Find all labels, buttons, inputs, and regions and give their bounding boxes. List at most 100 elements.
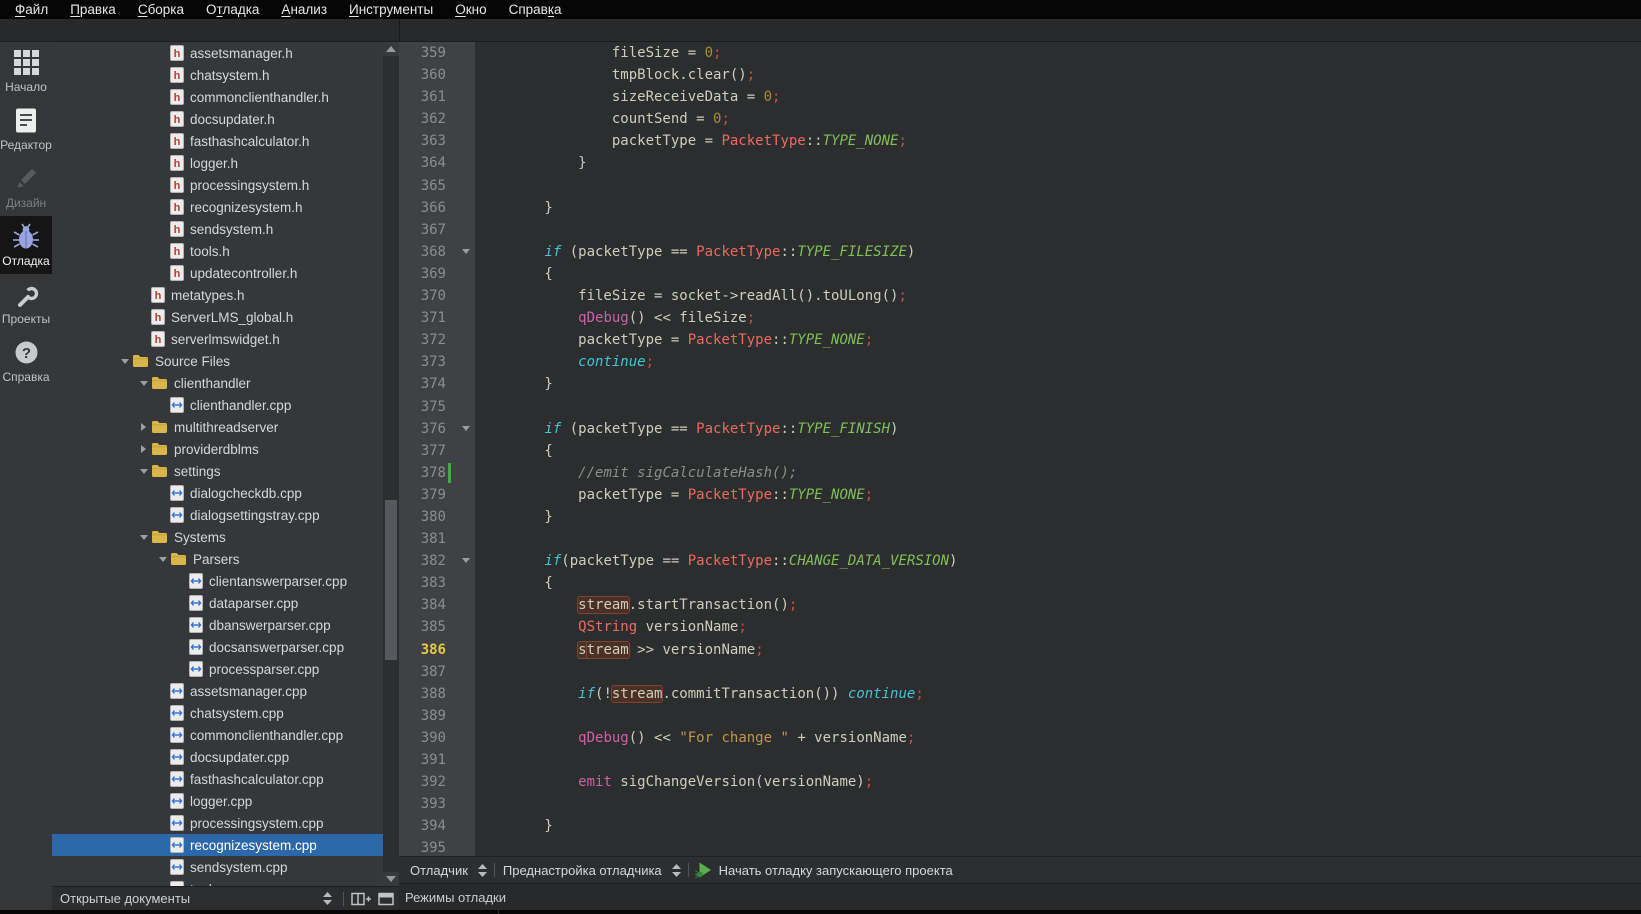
scrollbar-thumb[interactable] xyxy=(385,500,397,660)
tree-item-sendsystem.h[interactable]: hsendsystem.h xyxy=(52,218,399,240)
tree-item-commonclienthandler.h[interactable]: hcommonclienthandler.h xyxy=(52,86,399,108)
tree-item-Systems[interactable]: Systems xyxy=(52,526,399,548)
tree-item-updatecontroller.h[interactable]: hupdatecontroller.h xyxy=(52,262,399,284)
code-text[interactable]: qDebug() << "For change " + versionName; xyxy=(475,727,915,749)
close-panel-icon[interactable] xyxy=(377,889,395,909)
debugger-sort-icon[interactable] xyxy=(474,860,492,880)
code-text[interactable] xyxy=(475,219,477,241)
menu-item[interactable]: Правка xyxy=(59,0,127,19)
tree-item-sendsystem.cpp[interactable]: sendsystem.cpp xyxy=(52,856,399,878)
code-text[interactable] xyxy=(475,661,477,683)
tree-item-dataparser.cpp[interactable]: dataparser.cpp xyxy=(52,592,399,614)
code-text[interactable]: QString versionName; xyxy=(475,616,747,638)
tree-item-processingsystem.h[interactable]: hprocessingsystem.h xyxy=(52,174,399,196)
code-text[interactable] xyxy=(475,396,477,418)
code-text[interactable]: } xyxy=(475,506,553,528)
menu-item[interactable]: Окно xyxy=(444,0,497,19)
tree-item-chatsystem.cpp[interactable]: chatsystem.cpp xyxy=(52,702,399,724)
code-text[interactable]: } xyxy=(475,197,553,219)
tree-scrollbar[interactable] xyxy=(383,42,399,886)
tree-item-dbanswerparser.cpp[interactable]: dbanswerparser.cpp xyxy=(52,614,399,636)
code-text[interactable]: stream.startTransaction(); xyxy=(475,594,797,616)
tree-item-Parsers[interactable]: Parsers xyxy=(52,548,399,570)
mode-wrench[interactable]: Проекты xyxy=(0,274,52,332)
tree-item-tools.h[interactable]: htools.h xyxy=(52,240,399,262)
code-text[interactable]: { xyxy=(475,572,553,594)
mode-grid[interactable]: Начало xyxy=(0,42,52,100)
tree-item-chatsystem.h[interactable]: hchatsystem.h xyxy=(52,64,399,86)
start-debug-icon[interactable] xyxy=(695,860,713,880)
tree-item-clienthandler[interactable]: clienthandler xyxy=(52,372,399,394)
code-text[interactable]: packetType = PacketType::TYPE_NONE; xyxy=(475,130,907,152)
tree-item-serverlmswidget.h[interactable]: hserverlmswidget.h xyxy=(52,328,399,350)
tree-item-dialogcheckdb.cpp[interactable]: dialogcheckdb.cpp xyxy=(52,482,399,504)
menu-item[interactable]: Инструменты xyxy=(338,0,444,19)
tree-item-commonclienthandler.cpp[interactable]: commonclienthandler.cpp xyxy=(52,724,399,746)
tree-item-clienthandler.cpp[interactable]: clienthandler.cpp xyxy=(52,394,399,416)
code-text[interactable]: { xyxy=(475,263,553,285)
tree-item-docsupdater.cpp[interactable]: docsupdater.cpp xyxy=(52,746,399,768)
code-text[interactable]: if (packetType == PacketType::TYPE_FINIS… xyxy=(475,418,898,440)
menu-item[interactable]: Анализ xyxy=(270,0,338,19)
tree-item-Source Files[interactable]: Source Files xyxy=(52,350,399,372)
expand-open-icon[interactable] xyxy=(155,557,170,562)
split-panel-icon[interactable] xyxy=(351,889,372,909)
tree-item-docsupdater.h[interactable]: hdocsupdater.h xyxy=(52,108,399,130)
tree-item-fasthashcalculator.h[interactable]: hfasthashcalculator.h xyxy=(52,130,399,152)
mode-document[interactable]: Редактор xyxy=(0,100,52,158)
code-text[interactable]: if (packetType == PacketType::TYPE_FILES… xyxy=(475,241,915,263)
expand-open-icon[interactable] xyxy=(136,535,151,540)
code-text[interactable] xyxy=(475,705,477,727)
tree-item-recognizesystem.cpp[interactable]: recognizesystem.cpp xyxy=(52,834,399,856)
code-text[interactable] xyxy=(475,793,477,815)
code-text[interactable]: packetType = PacketType::TYPE_NONE; xyxy=(475,329,873,351)
tree-item-logger.cpp[interactable]: logger.cpp xyxy=(52,790,399,812)
tree-item-dialogsettingstray.cpp[interactable]: dialogsettingstray.cpp xyxy=(52,504,399,526)
code-text[interactable] xyxy=(475,175,477,197)
expand-closed-icon[interactable] xyxy=(136,423,151,431)
tree-item-clientanswerparser.cpp[interactable]: clientanswerparser.cpp xyxy=(52,570,399,592)
code-text[interactable]: sizeReceiveData = 0; xyxy=(475,86,780,108)
code-text[interactable]: continue; xyxy=(475,351,654,373)
tree-item-assetsmanager.cpp[interactable]: assetsmanager.cpp xyxy=(52,680,399,702)
debugger-preset-selector[interactable]: Преднастройка отладчика xyxy=(497,863,668,878)
tree-item-settings[interactable]: settings xyxy=(52,460,399,482)
code-text[interactable]: tmpBlock.clear(); xyxy=(475,64,755,86)
menu-item[interactable]: Отладка xyxy=(195,0,270,19)
preset-sort-icon[interactable] xyxy=(668,860,686,880)
tree-item-providerdblms[interactable]: providerdblms xyxy=(52,438,399,460)
tree-item-docsanswerparser.cpp[interactable]: docsanswerparser.cpp xyxy=(52,636,399,658)
menu-item[interactable]: Справка xyxy=(498,0,573,19)
scroll-down-icon[interactable] xyxy=(383,872,399,886)
menu-item[interactable]: Файл xyxy=(4,0,59,19)
panel-selector-sort-icon[interactable] xyxy=(318,889,336,909)
tree-item-processingsystem.cpp[interactable]: processingsystem.cpp xyxy=(52,812,399,834)
fold-marker-icon[interactable] xyxy=(462,426,470,431)
expand-closed-icon[interactable] xyxy=(136,445,151,453)
code-text[interactable]: countSend = 0; xyxy=(475,108,730,130)
code-text[interactable]: //emit sigCalculateHash(); xyxy=(475,462,797,484)
code-text[interactable]: emit sigChangeVersion(versionName); xyxy=(475,771,873,793)
fold-marker-icon[interactable] xyxy=(462,558,470,563)
code-text[interactable]: } xyxy=(475,815,553,837)
mode-help[interactable]: ?Справка xyxy=(0,332,52,390)
tree-item-multithreadserver[interactable]: multithreadserver xyxy=(52,416,399,438)
code-text[interactable]: qDebug() << fileSize; xyxy=(475,307,755,329)
code-text[interactable]: } xyxy=(475,373,553,395)
code-text[interactable]: { xyxy=(475,440,553,462)
expand-open-icon[interactable] xyxy=(136,469,151,474)
code-text[interactable]: if(!stream.commitTransaction()) continue… xyxy=(475,683,924,705)
menu-item[interactable]: Сборка xyxy=(127,0,195,19)
code-text[interactable]: packetType = PacketType::TYPE_NONE; xyxy=(475,484,873,506)
tree-item-metatypes.h[interactable]: hmetatypes.h xyxy=(52,284,399,306)
mode-bug[interactable]: Отладка xyxy=(0,216,52,274)
tree-item-processparser.cpp[interactable]: processparser.cpp xyxy=(52,658,399,680)
code-text[interactable]: } xyxy=(475,152,587,174)
code-editor[interactable]: 359 fileSize = 0;360 tmpBlock.clear();36… xyxy=(399,42,1641,856)
code-text[interactable]: fileSize = 0; xyxy=(475,42,721,64)
expand-open-icon[interactable] xyxy=(117,359,132,364)
fold-marker-icon[interactable] xyxy=(462,249,470,254)
tree-item-tools.cpp[interactable]: tools.cpp xyxy=(52,878,399,886)
code-text[interactable] xyxy=(475,837,477,856)
code-text[interactable]: stream >> versionName; xyxy=(475,639,764,661)
